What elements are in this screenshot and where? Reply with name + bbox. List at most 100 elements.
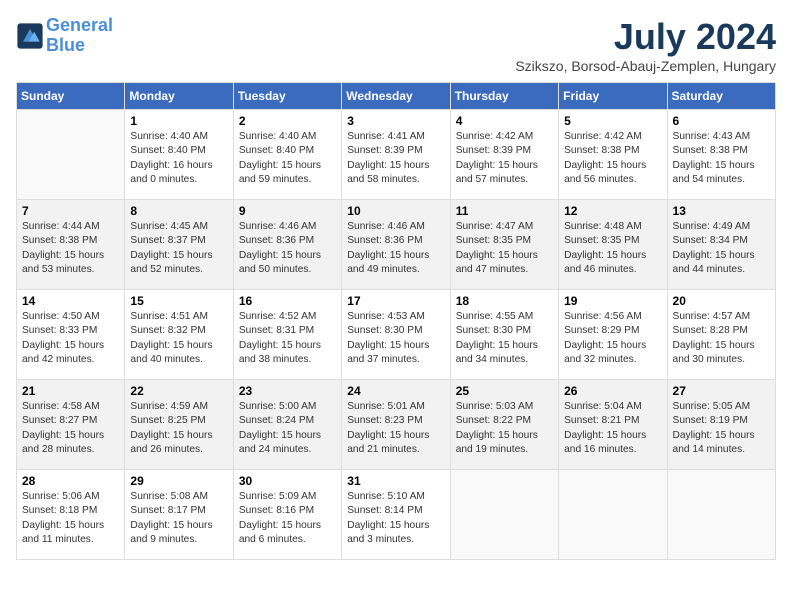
- header-cell-tuesday: Tuesday: [233, 83, 341, 110]
- day-cell: 14Sunrise: 4:50 AM Sunset: 8:33 PM Dayli…: [17, 290, 125, 380]
- header-cell-saturday: Saturday: [667, 83, 775, 110]
- day-number: 16: [239, 294, 336, 308]
- day-info: Sunrise: 5:05 AM Sunset: 8:19 PM Dayligh…: [673, 400, 770, 457]
- logo-blue: Blue: [46, 36, 113, 56]
- day-cell: 29 Sunrise: 5:08 AM Sunset: 8:17 PM Dayli…: [125, 470, 233, 560]
- day-number: 11: [456, 204, 553, 218]
- day-cell: 25 Sunrise: 5:03 AM Sunset: 8:22 PM Dayli…: [450, 380, 558, 470]
- day-info: Sunrise: 4:53 AM Sunset: 8:30 PM Dayligh…: [347, 310, 444, 367]
- header-cell-sunday: Sunday: [17, 83, 125, 110]
- logo-general: General: [46, 15, 113, 35]
- day-number: 29: [130, 474, 227, 488]
- day-cell: 1Sunrise: 4:40 AM Sunset: 8:40 PM Daylig…: [125, 110, 233, 200]
- day-info: Sunrise: 4:52 AM Sunset: 8:31 PM Dayligh…: [239, 310, 336, 367]
- day-info: Sunrise: 5:09 AM Sunset: 8:16 PM Dayligh…: [239, 490, 336, 547]
- day-number: 13: [673, 204, 770, 218]
- header-cell-wednesday: Wednesday: [342, 83, 450, 110]
- day-info: Sunrise: 5:04 AM Sunset: 8:21 PM Dayligh…: [564, 400, 661, 457]
- day-cell: 7Sunrise: 4:44 AM Sunset: 8:38 PM Daylig…: [17, 200, 125, 290]
- day-number: 12: [564, 204, 661, 218]
- day-info: Sunrise: 4:51 AM Sunset: 8:32 PM Dayligh…: [130, 310, 227, 367]
- page-header: General Blue July 2024 Szikszo, Borsod-A…: [16, 16, 776, 74]
- day-info: Sunrise: 5:01 AM Sunset: 8:23 PM Dayligh…: [347, 400, 444, 457]
- calendar-body: 1Sunrise: 4:40 AM Sunset: 8:40 PM Daylig…: [17, 110, 776, 560]
- week-row-1: 1Sunrise: 4:40 AM Sunset: 8:40 PM Daylig…: [17, 110, 776, 200]
- week-row-3: 14Sunrise: 4:50 AM Sunset: 8:33 PM Dayli…: [17, 290, 776, 380]
- day-number: 20: [673, 294, 770, 308]
- day-number: 17: [347, 294, 444, 308]
- day-info: Sunrise: 4:48 AM Sunset: 8:35 PM Dayligh…: [564, 220, 661, 277]
- day-cell: 16 Sunrise: 4:52 AM Sunset: 8:31 PM Dayli…: [233, 290, 341, 380]
- day-cell: 2Sunrise: 4:40 AM Sunset: 8:40 PM Daylig…: [233, 110, 341, 200]
- location: Szikszo, Borsod-Abauj-Zemplen, Hungary: [515, 58, 776, 74]
- day-cell: 3 Sunrise: 4:41 AM Sunset: 8:39 PM Daylig…: [342, 110, 450, 200]
- calendar-table: SundayMondayTuesdayWednesdayThursdayFrid…: [16, 82, 776, 560]
- day-info: Sunrise: 4:46 AM Sunset: 8:36 PM Dayligh…: [347, 220, 444, 277]
- day-info: Sunrise: 5:06 AM Sunset: 8:18 PM Dayligh…: [22, 490, 119, 547]
- day-info: Sunrise: 4:49 AM Sunset: 8:34 PM Dayligh…: [673, 220, 770, 277]
- day-info: Sunrise: 4:58 AM Sunset: 8:27 PM Dayligh…: [22, 400, 119, 457]
- day-cell: 22Sunrise: 4:59 AM Sunset: 8:25 PM Dayli…: [125, 380, 233, 470]
- day-cell: 9Sunrise: 4:46 AM Sunset: 8:36 PM Daylig…: [233, 200, 341, 290]
- week-row-4: 21Sunrise: 4:58 AM Sunset: 8:27 PM Dayli…: [17, 380, 776, 470]
- day-info: Sunrise: 4:40 AM Sunset: 8:40 PM Dayligh…: [130, 130, 227, 187]
- day-cell: 15 Sunrise: 4:51 AM Sunset: 8:32 PM Dayli…: [125, 290, 233, 380]
- day-number: 3: [347, 114, 444, 128]
- day-cell: 17 Sunrise: 4:53 AM Sunset: 8:30 PM Dayli…: [342, 290, 450, 380]
- day-info: Sunrise: 4:42 AM Sunset: 8:38 PM Dayligh…: [564, 130, 661, 187]
- day-cell: 31 Sunrise: 5:10 AM Sunset: 8:14 PM Dayli…: [342, 470, 450, 560]
- logo-icon: [16, 22, 44, 50]
- day-cell: 11 Sunrise: 4:47 AM Sunset: 8:35 PM Dayli…: [450, 200, 558, 290]
- day-number: 5: [564, 114, 661, 128]
- day-cell: 10 Sunrise: 4:46 AM Sunset: 8:36 PM Dayli…: [342, 200, 450, 290]
- day-number: 6: [673, 114, 770, 128]
- day-cell: 30 Sunrise: 5:09 AM Sunset: 8:16 PM Dayli…: [233, 470, 341, 560]
- month-title: July 2024: [515, 16, 776, 58]
- day-info: Sunrise: 5:03 AM Sunset: 8:22 PM Dayligh…: [456, 400, 553, 457]
- day-cell: 26Sunrise: 5:04 AM Sunset: 8:21 PM Dayli…: [559, 380, 667, 470]
- day-number: 31: [347, 474, 444, 488]
- day-number: 19: [564, 294, 661, 308]
- day-number: 10: [347, 204, 444, 218]
- day-number: 8: [130, 204, 227, 218]
- title-block: July 2024 Szikszo, Borsod-Abauj-Zemplen,…: [515, 16, 776, 74]
- day-cell: [559, 470, 667, 560]
- day-info: Sunrise: 4:55 AM Sunset: 8:30 PM Dayligh…: [456, 310, 553, 367]
- day-number: 25: [456, 384, 553, 398]
- day-number: 28: [22, 474, 119, 488]
- day-cell: 27 Sunrise: 5:05 AM Sunset: 8:19 PM Dayli…: [667, 380, 775, 470]
- day-number: 7: [22, 204, 119, 218]
- day-cell: 19 Sunrise: 4:56 AM Sunset: 8:29 PM Dayli…: [559, 290, 667, 380]
- day-cell: 18 Sunrise: 4:55 AM Sunset: 8:30 PM Dayli…: [450, 290, 558, 380]
- day-info: Sunrise: 5:10 AM Sunset: 8:14 PM Dayligh…: [347, 490, 444, 547]
- day-cell: 21Sunrise: 4:58 AM Sunset: 8:27 PM Dayli…: [17, 380, 125, 470]
- day-number: 22: [130, 384, 227, 398]
- logo: General Blue: [16, 16, 113, 56]
- day-number: 15: [130, 294, 227, 308]
- header-cell-thursday: Thursday: [450, 83, 558, 110]
- day-number: 23: [239, 384, 336, 398]
- day-info: Sunrise: 5:00 AM Sunset: 8:24 PM Dayligh…: [239, 400, 336, 457]
- week-row-2: 7Sunrise: 4:44 AM Sunset: 8:38 PM Daylig…: [17, 200, 776, 290]
- week-row-5: 28 Sunrise: 5:06 AM Sunset: 8:18 PM Dayli…: [17, 470, 776, 560]
- day-info: Sunrise: 4:41 AM Sunset: 8:39 PM Dayligh…: [347, 130, 444, 187]
- day-number: 4: [456, 114, 553, 128]
- day-info: Sunrise: 5:08 AM Sunset: 8:17 PM Dayligh…: [130, 490, 227, 547]
- day-number: 14: [22, 294, 119, 308]
- day-cell: 6 Sunrise: 4:43 AM Sunset: 8:38 PM Daylig…: [667, 110, 775, 200]
- day-info: Sunrise: 4:47 AM Sunset: 8:35 PM Dayligh…: [456, 220, 553, 277]
- day-info: Sunrise: 4:43 AM Sunset: 8:38 PM Dayligh…: [673, 130, 770, 187]
- day-cell: [667, 470, 775, 560]
- day-cell: 24Sunrise: 5:01 AM Sunset: 8:23 PM Dayli…: [342, 380, 450, 470]
- day-number: 18: [456, 294, 553, 308]
- day-cell: 8Sunrise: 4:45 AM Sunset: 8:37 PM Daylig…: [125, 200, 233, 290]
- day-info: Sunrise: 4:46 AM Sunset: 8:36 PM Dayligh…: [239, 220, 336, 277]
- day-number: 30: [239, 474, 336, 488]
- day-number: 2: [239, 114, 336, 128]
- logo-text: General Blue: [46, 16, 113, 56]
- day-info: Sunrise: 4:57 AM Sunset: 8:28 PM Dayligh…: [673, 310, 770, 367]
- day-info: Sunrise: 4:56 AM Sunset: 8:29 PM Dayligh…: [564, 310, 661, 367]
- calendar-header: SundayMondayTuesdayWednesdayThursdayFrid…: [17, 83, 776, 110]
- day-cell: 20 Sunrise: 4:57 AM Sunset: 8:28 PM Dayli…: [667, 290, 775, 380]
- day-number: 27: [673, 384, 770, 398]
